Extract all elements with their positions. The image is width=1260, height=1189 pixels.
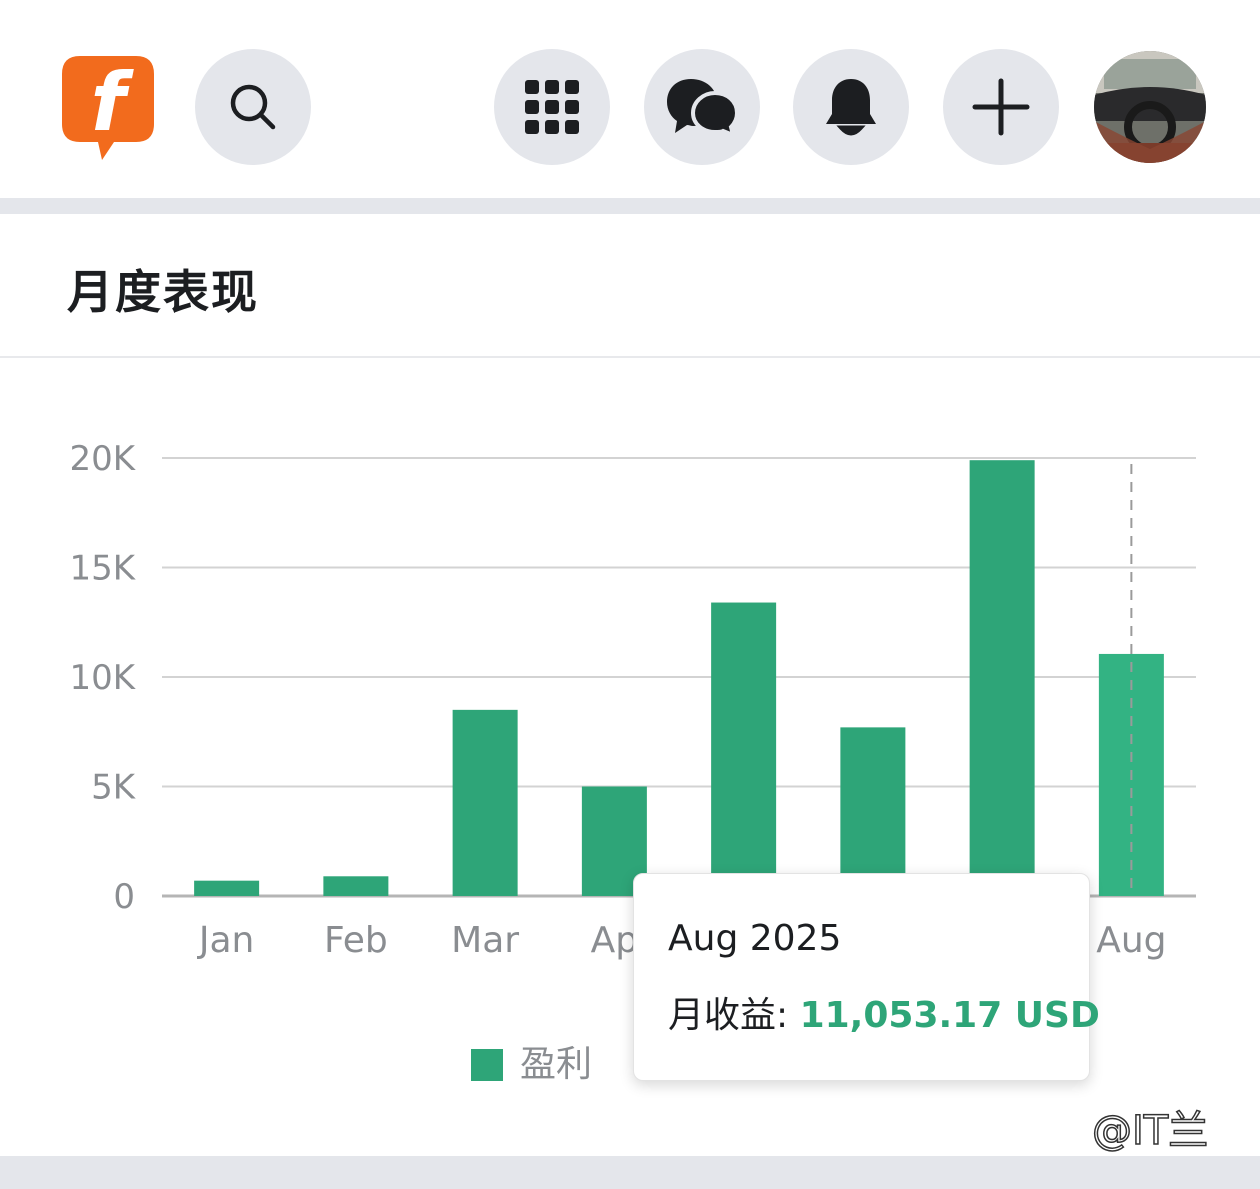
menu-button[interactable]	[494, 49, 610, 165]
search-button[interactable]	[195, 49, 311, 165]
grid-menu-icon	[525, 80, 579, 134]
bottom-divider	[0, 1156, 1260, 1189]
legend-swatch	[471, 1049, 503, 1081]
bar-jan[interactable]	[194, 880, 260, 896]
bar-mar[interactable]	[452, 709, 518, 896]
messages-button[interactable]	[644, 49, 760, 165]
top-navigation-bar: f	[0, 0, 1260, 198]
facebook-logo-icon[interactable]: f	[58, 52, 158, 162]
bar-may[interactable]	[711, 602, 777, 896]
section-divider	[0, 198, 1260, 214]
profile-avatar[interactable]	[1094, 51, 1206, 163]
bell-icon	[826, 79, 876, 136]
legend-label[interactable]: 盈利	[520, 1044, 592, 1085]
x-tick-label: Ap	[591, 920, 638, 961]
x-tick-label: Aug	[1096, 920, 1166, 961]
y-tick-label: 20K	[69, 439, 136, 479]
tooltip-label: 月收益:	[668, 995, 800, 1036]
create-button[interactable]	[943, 49, 1059, 165]
search-icon	[230, 84, 276, 130]
tooltip-row: 月收益: 11,053.17 USD	[668, 986, 1100, 1038]
tooltip-value: 11,053.17 USD	[799, 995, 1100, 1036]
tooltip-title: Aug 2025	[668, 918, 842, 959]
y-tick-label: 5K	[91, 768, 137, 808]
y-tick-label: 0	[113, 877, 135, 917]
plus-icon	[972, 78, 1030, 136]
x-tick-label: Mar	[451, 920, 519, 961]
x-tick-label: Jan	[197, 920, 255, 961]
watermark: @IT兰	[1091, 1107, 1209, 1155]
bar-feb[interactable]	[323, 876, 389, 896]
y-tick-label: 10K	[69, 658, 136, 698]
notifications-button[interactable]	[793, 49, 909, 165]
bar-jun[interactable]	[840, 727, 906, 896]
x-tick-label: Feb	[324, 920, 388, 961]
messenger-icon	[667, 79, 739, 137]
bar-jul[interactable]	[969, 460, 1035, 896]
y-tick-label: 15K	[69, 549, 136, 589]
chart-tooltip: Aug 2025 月收益: 11,053.17 USD	[633, 873, 1100, 1081]
